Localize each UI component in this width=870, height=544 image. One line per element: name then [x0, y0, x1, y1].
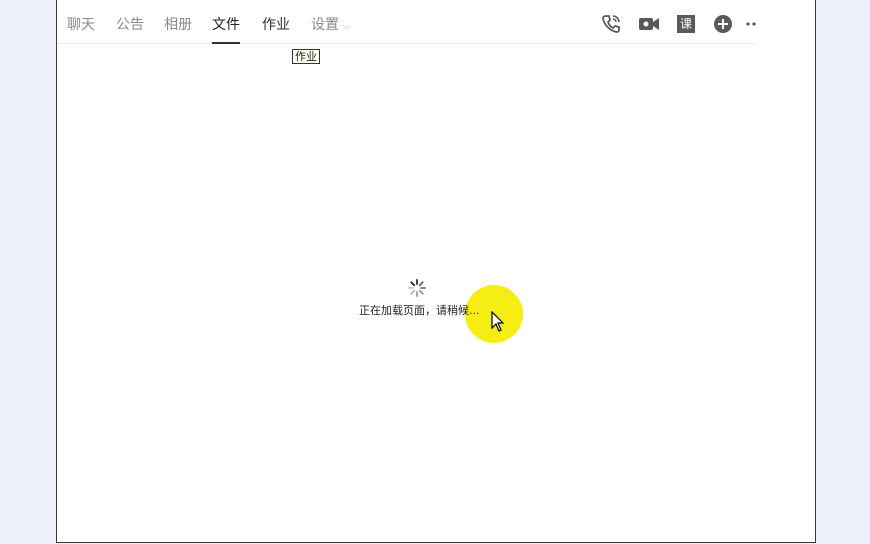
tab-announcement[interactable]: 公告 [116, 16, 144, 42]
tab-files[interactable]: 文件 [212, 16, 240, 44]
mouse-cursor-icon [491, 311, 505, 332]
group-window: 聊天 公告 相册 文件 作业 设置 ⌵ 课 作业 正在加载页面，请稍候... [56, 0, 816, 543]
add-circle-icon[interactable] [712, 13, 734, 35]
lesson-icon[interactable]: 课 [675, 13, 697, 35]
tab-bar: 聊天 公告 相册 文件 作业 设置 ⌵ 课 [57, 0, 757, 44]
lesson-icon-label: 课 [677, 15, 695, 33]
chevron-down-icon: ⌵ [343, 21, 351, 32]
loading-spinner-icon [408, 279, 426, 297]
tab-chat[interactable]: 聊天 [67, 16, 95, 42]
video-camera-icon[interactable] [638, 13, 660, 35]
loading-text: 正在加载页面，请稍候... [359, 304, 480, 317]
tab-settings-label: 设置 [311, 17, 339, 33]
tab-settings[interactable]: 设置 ⌵ [311, 16, 351, 44]
tab-homework[interactable]: 作业 [262, 16, 290, 42]
phone-icon[interactable] [600, 13, 622, 35]
more-dots-icon[interactable] [745, 13, 757, 35]
tab-album[interactable]: 相册 [164, 16, 192, 42]
tooltip: 作业 [292, 49, 320, 64]
